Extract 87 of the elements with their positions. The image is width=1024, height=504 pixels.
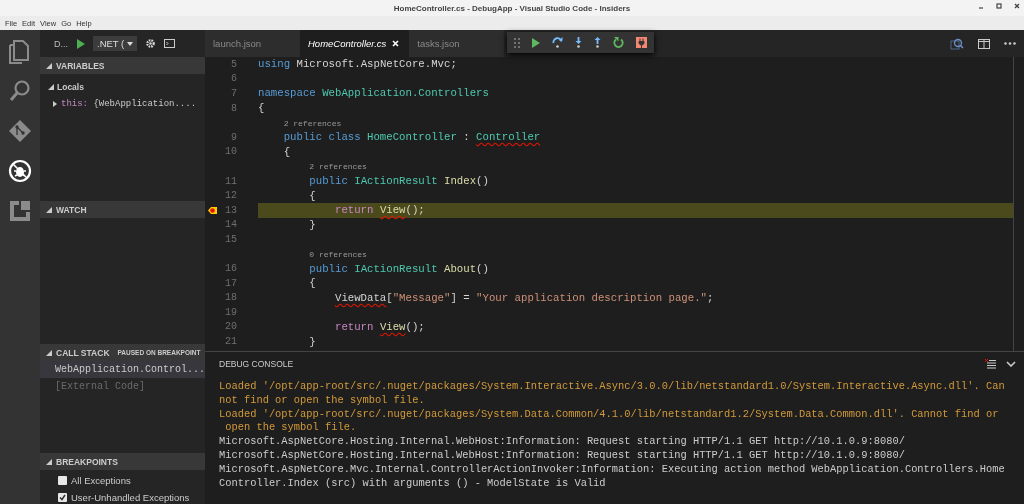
code-line: public IActionResult About()	[308, 262, 489, 275]
code-line: {	[258, 102, 265, 115]
line-number: 20	[224, 321, 237, 333]
line-number: 13	[224, 204, 237, 216]
code-line: public IActionResult Index()	[308, 175, 489, 188]
window-title: HomeController.cs - DebugApp - Visual Studio Code - Insiders	[393, 3, 631, 13]
clear-console-icon[interactable]	[985, 358, 996, 370]
expand-arrow-icon[interactable]	[46, 206, 52, 213]
line-number: 8	[230, 102, 237, 114]
line-number: 14	[224, 219, 237, 231]
line-number: 5	[230, 58, 237, 70]
console-line: Microsoft.AspNetCore.Hosting.Internal.WebHost:Information: Request starting HTTP/1.1 GET http://10.1.0.9:8080/	[219, 449, 905, 463]
line-number: 12	[224, 190, 237, 202]
continue-icon[interactable]	[532, 37, 540, 48]
configuration-dropdown[interactable]: .NET (	[93, 36, 138, 51]
line-number: 17	[224, 277, 237, 289]
split-editor-icon[interactable]	[978, 38, 990, 49]
editor-tab[interactable]: HomeController.cs	[300, 30, 410, 57]
more-icon[interactable]	[1004, 42, 1016, 45]
view-title: D...	[54, 38, 68, 49]
console-line: Loaded '/opt/app-root/src/.nuget/packages/System.Data.Common/4.1.0/lib/netstandard1.2/System.Data.Common.dll'. Cannot find or	[219, 407, 999, 422]
code-line: using Microsoft.AspNetCore.Mvc;	[258, 58, 457, 71]
code-lens-references[interactable]: 2 references	[309, 162, 367, 172]
open-changes-icon[interactable]	[950, 37, 964, 50]
console-line: Controller.Index (src) with arguments () - ModelState is Valid	[219, 476, 606, 491]
panel-title[interactable]: DEBUG CONSOLE	[219, 359, 294, 369]
step-out-icon[interactable]	[594, 37, 601, 48]
code-lens-references[interactable]: 0 references	[309, 250, 367, 259]
checkbox[interactable]	[58, 493, 67, 502]
breakpoint-icon[interactable]	[207, 205, 218, 215]
start-debugging-icon[interactable]	[76, 38, 85, 49]
extensions-icon[interactable]	[7, 198, 33, 224]
editor-tab[interactable]: tasks.json	[409, 30, 505, 57]
line-number: 6	[230, 73, 237, 85]
editor-tab[interactable]: launch.json	[205, 30, 300, 57]
code-line: ViewData["Message"] = "Your application description page.";	[333, 291, 714, 304]
console-line: Microsoft.AspNetCore.Mvc.Internal.ControllerActionInvoker:Information: Executing action method WebApplication.Controllers.Home	[219, 462, 1005, 477]
code-line: }	[308, 335, 316, 348]
settings-icon[interactable]	[145, 38, 157, 49]
expand-arrow-icon[interactable]	[46, 458, 52, 465]
line-number: 19	[224, 306, 237, 318]
code-line: {	[308, 189, 316, 202]
line-number: 9	[230, 131, 237, 143]
section-header[interactable]: WATCH	[40, 201, 205, 218]
chevron-down-icon[interactable]	[1006, 361, 1016, 367]
scope-label[interactable]: Locals	[57, 81, 84, 92]
code-lens-references[interactable]: 2 references	[283, 118, 342, 128]
line-number: 7	[230, 88, 237, 99]
debug-icon[interactable]	[7, 158, 33, 184]
git-icon[interactable]	[7, 118, 33, 144]
code-line: }	[308, 218, 316, 231]
caret-icon	[127, 41, 134, 46]
line-number: 18	[224, 292, 237, 304]
breakpoint-label: All Exceptions	[71, 475, 131, 486]
checkbox[interactable]	[58, 476, 67, 485]
console-line: not find or open the symbol file.	[219, 393, 425, 408]
step-into-icon[interactable]	[575, 37, 582, 48]
expand-arrow-icon[interactable]	[48, 83, 54, 90]
disconnect-icon[interactable]	[636, 37, 647, 48]
code-line: return View();	[333, 321, 425, 333]
expand-arrow-icon[interactable]	[52, 100, 58, 107]
code-line: namespace WebApplication.Controllers	[258, 87, 489, 100]
code-line: return View();	[333, 204, 425, 217]
section-header[interactable]: VARIABLES	[40, 57, 205, 74]
console-icon[interactable]	[164, 39, 176, 48]
section-header[interactable]: BREAKPOINTS	[40, 453, 205, 470]
code-line: public class HomeController : Controller	[282, 131, 541, 144]
line-number: 15	[224, 233, 237, 245]
restart-icon[interactable]	[613, 37, 624, 48]
console-line: Microsoft.AspNetCore.Hosting.Internal.WebHost:Information: Request starting HTTP/1.1 GET http://10.1.0.9:8080/	[219, 435, 905, 449]
drag-handle-icon[interactable]	[514, 37, 520, 48]
line-number: 11	[224, 175, 237, 187]
console-line: open the symbol file.	[224, 421, 357, 436]
code-line: {	[282, 145, 291, 158]
close-icon[interactable]	[1014, 3, 1020, 9]
console-line: Loaded '/opt/app-root/src/.nuget/packages/System.Interactive.Async/3.0.0/lib/netstandard1.0/System.Interactive.Async.dll'. Can	[219, 380, 1005, 394]
line-number: 21	[224, 336, 237, 348]
line-number: 10	[224, 146, 237, 158]
variable-entry[interactable]: this: {WebApplication....	[61, 98, 197, 109]
stack-frame[interactable]: WebApplication.Control...	[40, 361, 205, 378]
expand-arrow-icon[interactable]	[46, 349, 52, 356]
maximize-icon[interactable]	[996, 3, 1002, 9]
code-line: {	[308, 277, 316, 290]
breakpoint-label: User-Unhandled Exceptions	[71, 492, 190, 503]
step-over-icon[interactable]	[552, 37, 563, 48]
expand-arrow-icon[interactable]	[46, 62, 52, 69]
line-number: 16	[224, 263, 237, 275]
